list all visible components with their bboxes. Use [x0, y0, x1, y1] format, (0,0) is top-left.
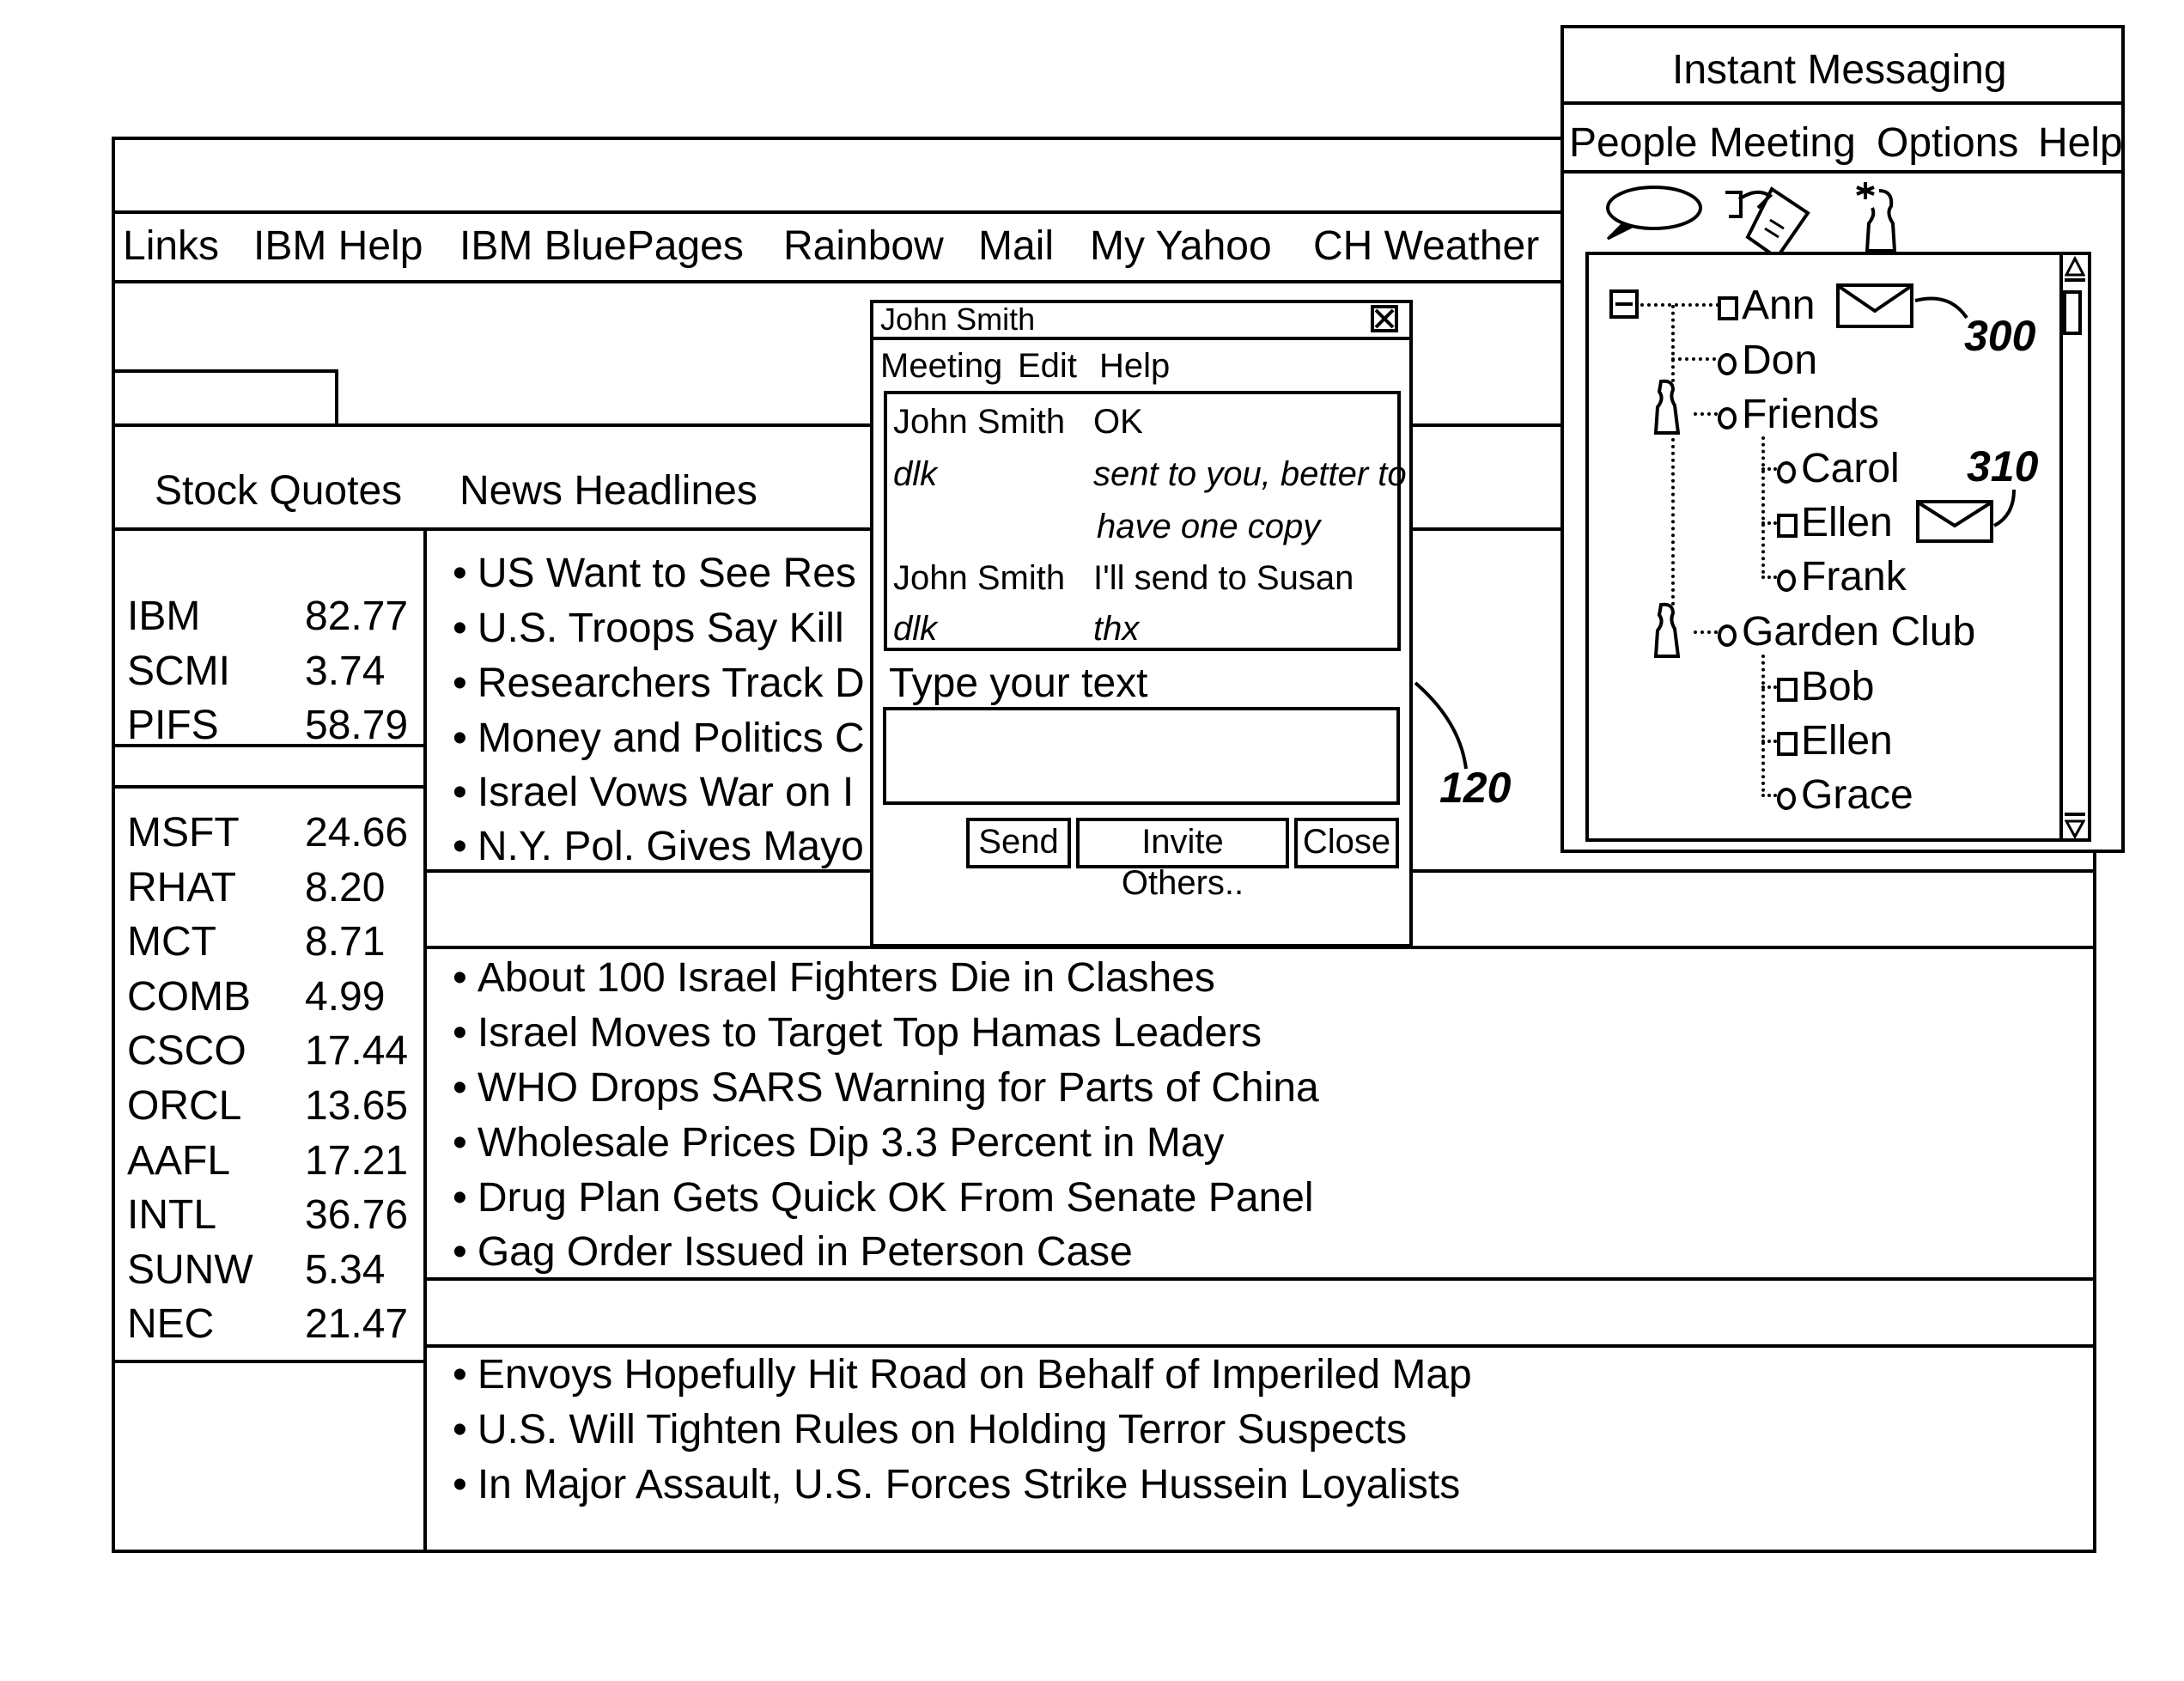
- reference-label-120: 120: [1439, 764, 1512, 812]
- leader-lines: [1414, 296, 2016, 770]
- leader-line-310: [1993, 489, 2016, 527]
- reference-label-310: 310: [1967, 442, 2039, 490]
- reference-label-300: 300: [1964, 312, 2036, 360]
- leader-line-120: [1414, 681, 1468, 770]
- leader-line-300: [1914, 296, 1968, 320]
